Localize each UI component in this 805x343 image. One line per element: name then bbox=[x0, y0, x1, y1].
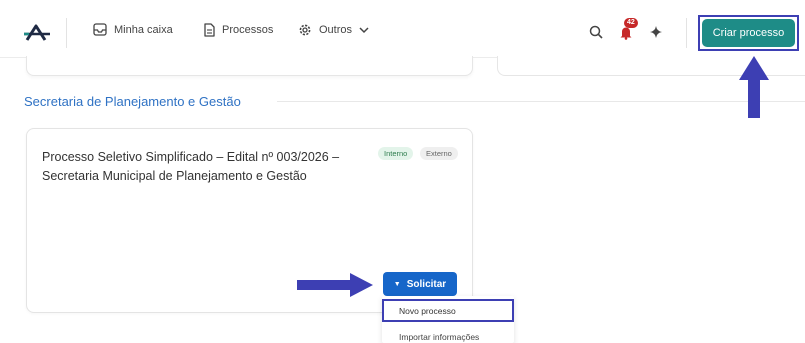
sparkle-icon bbox=[650, 26, 662, 38]
search-button[interactable] bbox=[586, 22, 606, 42]
document-icon bbox=[204, 23, 215, 37]
process-card-title: Processo Seletivo Simplificado – Edital … bbox=[42, 150, 340, 183]
divider bbox=[686, 18, 687, 48]
top-navigation-bar: Minha caixa Processos Outros 42 bbox=[0, 8, 805, 58]
app-logo-icon[interactable] bbox=[24, 24, 50, 42]
notifications-button[interactable]: 42 bbox=[616, 18, 638, 42]
divider bbox=[66, 18, 67, 48]
menu-item-novo-processo[interactable]: Novo processo bbox=[382, 299, 514, 322]
ai-assistant-button[interactable] bbox=[646, 22, 666, 42]
section-title: Secretaria de Planejamento e Gestão bbox=[24, 94, 241, 109]
search-icon bbox=[589, 25, 603, 39]
menu-item-importar-informacoes[interactable]: Importar informações bbox=[382, 325, 514, 343]
process-card-partial bbox=[26, 56, 473, 76]
nav-label: Outros bbox=[319, 24, 353, 36]
section-divider bbox=[277, 101, 805, 102]
solicitar-button[interactable]: ▼ Solicitar bbox=[383, 272, 457, 296]
nav-processos[interactable]: Processos bbox=[203, 23, 273, 37]
annotation-arrow-up-icon bbox=[739, 56, 769, 118]
nav-outros[interactable]: Outros bbox=[298, 23, 369, 37]
solicitar-label: Solicitar bbox=[406, 278, 447, 290]
notification-count-badge: 42 bbox=[624, 18, 638, 28]
chevron-down-icon bbox=[359, 26, 369, 33]
nav-label: Processos bbox=[222, 24, 274, 36]
create-process-button[interactable]: Criar processo bbox=[702, 19, 795, 47]
chevron-down-icon: ▼ bbox=[393, 280, 401, 288]
nav-minha-caixa[interactable]: Minha caixa bbox=[93, 23, 173, 36]
nav-label: Minha caixa bbox=[114, 23, 173, 36]
tag-externo: Externo bbox=[420, 147, 458, 160]
tag-interno: Interno bbox=[378, 147, 414, 160]
solicitar-dropdown-menu: Novo processo Importar informações bbox=[382, 296, 514, 343]
annotation-arrow-right-icon bbox=[297, 273, 373, 297]
inbox-icon bbox=[93, 23, 107, 36]
gear-icon bbox=[299, 24, 311, 36]
